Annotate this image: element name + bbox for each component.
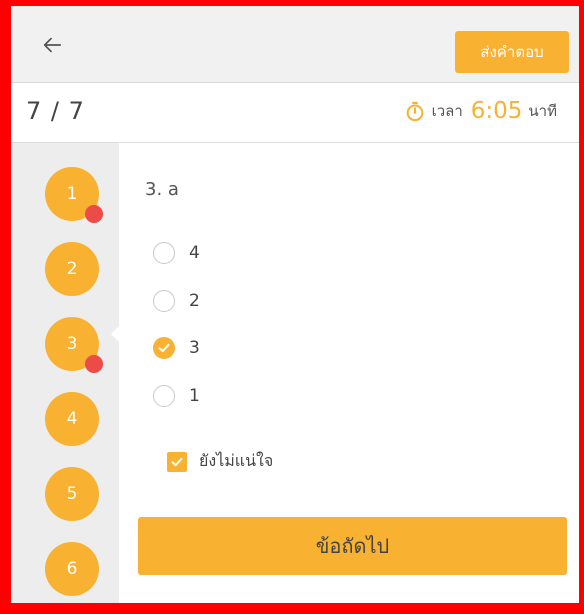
question-nav-label: 2 [66, 259, 78, 279]
radio-button[interactable] [153, 242, 175, 264]
check-icon [171, 457, 183, 466]
question-counter: 7 / 7 [26, 97, 85, 125]
time-unit: นาที [528, 102, 557, 120]
time-value: 6:05 [470, 98, 523, 124]
unsure-checkbox-row[interactable]: ยังไม่แน่ใจ [167, 449, 273, 474]
next-question-button[interactable]: ข้อถัดไป [138, 517, 567, 575]
option-label: 3 [189, 338, 200, 358]
question-nav-item-1[interactable]: 1 [45, 167, 103, 223]
timer: เวลา 6:05 นาที [404, 98, 557, 124]
answer-option-1[interactable]: 4 [153, 242, 200, 264]
top-bar: ส่งคำตอบ [11, 6, 579, 83]
option-label: 4 [189, 243, 200, 263]
question-nav-item-4[interactable]: 4 [45, 392, 99, 446]
unsure-label: ยังไม่แน่ใจ [199, 451, 274, 470]
radio-button[interactable] [153, 290, 175, 312]
radio-button[interactable] [153, 385, 175, 407]
stopwatch-icon [406, 101, 423, 122]
question-nav-item-2[interactable]: 2 [45, 242, 99, 296]
question-nav-label: 3 [66, 334, 78, 354]
flag-indicator [85, 355, 103, 373]
unsure-checkbox[interactable] [167, 451, 187, 472]
question-title: 3. a [145, 179, 179, 200]
question-nav-sidebar: 1 2 3 4 5 6 [11, 143, 119, 603]
question-nav-item-3[interactable]: 3 [45, 317, 103, 373]
question-nav-label: 5 [66, 484, 78, 504]
time-label: เวลา [431, 102, 463, 120]
app-frame: ส่งคำตอบ 7 / 7 เวลา 6:05 นาที 1 2 3 4 5 … [0, 0, 584, 614]
question-nav-label: 4 [66, 409, 78, 429]
question-nav-item-5[interactable]: 5 [45, 467, 99, 521]
question-nav-label: 1 [66, 184, 78, 204]
status-bar: 7 / 7 เวลา 6:05 นาที [11, 83, 579, 143]
question-panel: 3. a 4 2 3 1 ยังไม่แน่ใจ ข้อถัดไป [119, 143, 579, 603]
question-nav-label: 6 [66, 559, 78, 579]
answer-option-2[interactable]: 2 [153, 290, 200, 312]
answer-option-4[interactable]: 1 [153, 385, 200, 407]
option-label: 1 [189, 386, 200, 406]
question-nav-item-6[interactable]: 6 [45, 542, 99, 596]
flag-indicator [85, 205, 103, 223]
option-label: 2 [189, 291, 200, 311]
submit-answers-button[interactable]: ส่งคำตอบ [455, 31, 569, 73]
check-icon [158, 343, 170, 353]
radio-button-checked[interactable] [153, 337, 175, 359]
answer-option-3[interactable]: 3 [153, 337, 200, 359]
back-arrow-icon[interactable] [41, 34, 63, 56]
